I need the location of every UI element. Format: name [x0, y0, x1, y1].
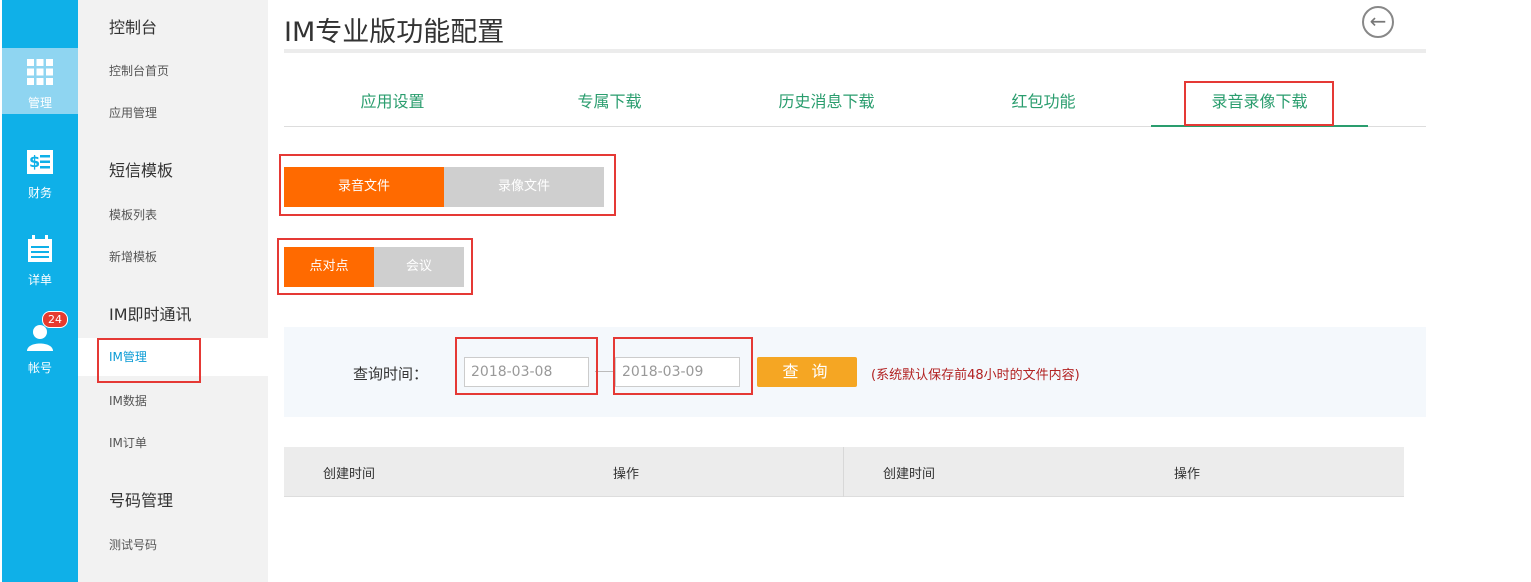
- column-header-created-time: 创建时间: [883, 467, 936, 482]
- table-header: 创建时间 操作 创建时间 操作: [284, 447, 1404, 497]
- grid-icon: [27, 59, 53, 85]
- rail-item-label: 详单: [27, 273, 52, 287]
- rail-item-detail[interactable]: 详单: [2, 225, 78, 291]
- rail-item-account[interactable]: 24 帐号: [2, 311, 78, 379]
- calendar-icon: [28, 235, 52, 262]
- submenu: 控制台 控制台首页 应用管理 短信模板 模板列表 新增模板 IM即时通讯 IM管…: [78, 0, 268, 582]
- highlight-box: [613, 337, 753, 395]
- file-type-video-button[interactable]: 录像文件: [444, 167, 604, 207]
- tab-exclusive-download[interactable]: 专属下载: [501, 88, 718, 112]
- rail-item-label: 管理: [27, 96, 52, 110]
- highlight-box: [1184, 81, 1334, 126]
- rail-item-manage[interactable]: 管理: [2, 48, 78, 114]
- rail-item-finance[interactable]: $ 财务: [2, 138, 78, 204]
- call-type-meeting-button[interactable]: 会议: [374, 247, 464, 287]
- page-title: IM专业版功能配置: [284, 17, 505, 48]
- tab-history-download[interactable]: 历史消息下载: [718, 88, 935, 112]
- highlight-box: [97, 338, 201, 383]
- file-type-audio-button[interactable]: 录音文件: [284, 167, 444, 207]
- main-content: IM专业版功能配置 ← 应用设置 专属下载 历史消息下载 红包功能 录音录像下载…: [268, 0, 1531, 582]
- submenu-item-console-home[interactable]: 控制台首页: [78, 62, 268, 79]
- submenu-item-im-data[interactable]: IM数据: [78, 392, 268, 409]
- svg-text:$: $: [29, 152, 40, 171]
- submenu-item-template-list[interactable]: 模板列表: [78, 206, 268, 223]
- submenu-item-im-order[interactable]: IM订单: [78, 434, 268, 451]
- submenu-header-sms-template: 短信模板: [109, 161, 174, 180]
- submenu-item-app-manage[interactable]: 应用管理: [78, 104, 268, 121]
- submenu-header-console: 控制台: [109, 18, 158, 37]
- column-header-action: 操作: [613, 467, 640, 482]
- icon-rail: 管理 $ 财务 详单 24 帐号: [2, 0, 78, 582]
- tab-app-settings[interactable]: 应用设置: [284, 88, 501, 112]
- tab-red-packet[interactable]: 红包功能: [935, 88, 1152, 112]
- notification-badge: 24: [42, 311, 68, 328]
- back-arrow-icon[interactable]: ←: [1362, 6, 1394, 38]
- submenu-item-new-template[interactable]: 新增模板: [78, 248, 268, 265]
- column-header-created-time: 创建时间: [323, 467, 376, 482]
- highlight-box: [455, 337, 598, 395]
- submenu-header-number-manage: 号码管理: [109, 491, 174, 510]
- query-time-label: 查询时间：: [353, 365, 429, 383]
- money-icon: $: [27, 150, 53, 174]
- rail-item-label: 帐号: [27, 361, 52, 375]
- call-type-p2p-button[interactable]: 点对点: [284, 247, 374, 287]
- rail-item-label: 财务: [27, 186, 52, 200]
- title-divider: [284, 49, 1426, 53]
- column-divider: [843, 447, 844, 497]
- submenu-item-test-number[interactable]: 测试号码: [78, 536, 268, 553]
- column-header-action: 操作: [1174, 467, 1201, 482]
- submenu-header-im: IM即时通讯: [109, 305, 192, 324]
- retention-note: (系统默认保存前48小时的文件内容): [871, 368, 1080, 383]
- query-button[interactable]: 查 询: [757, 357, 857, 387]
